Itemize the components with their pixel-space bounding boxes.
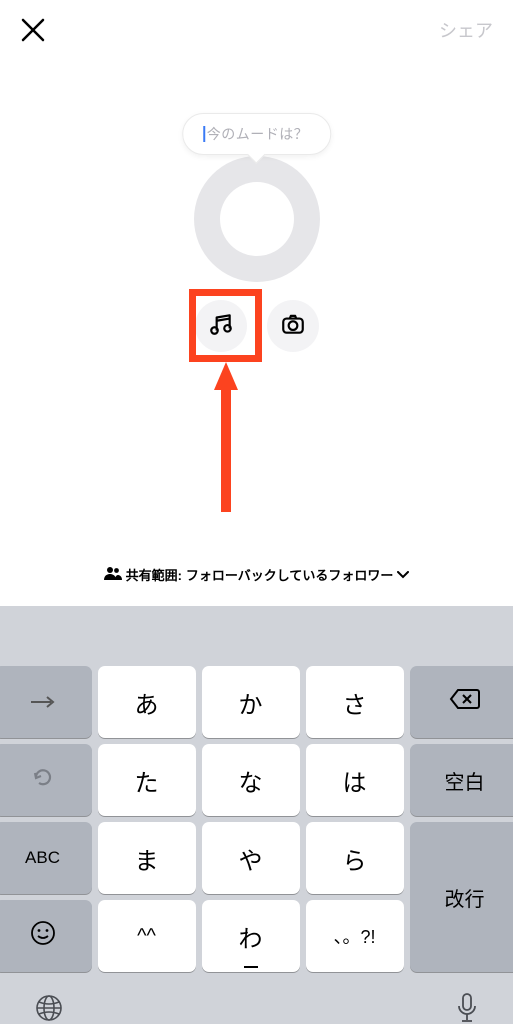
key-ma[interactable]: ま <box>98 822 196 894</box>
key-sa[interactable]: さ <box>306 666 404 738</box>
emoji-icon <box>30 920 56 953</box>
audience-label: 共有範囲: <box>126 565 182 584</box>
audience-value: フォローバックしているフォロワー <box>186 565 393 584</box>
key-space[interactable]: 空白 <box>410 744 513 816</box>
music-button[interactable] <box>195 300 247 352</box>
undo-icon <box>30 764 56 797</box>
key-wa-label: わ <box>239 919 263 954</box>
underscore-mark <box>244 966 258 968</box>
key-emoji[interactable] <box>0 900 92 972</box>
close-icon[interactable] <box>20 17 46 43</box>
mood-input[interactable]: 今のムードは？ <box>182 113 332 155</box>
share-button[interactable]: シェア <box>439 17 493 43</box>
mic-icon <box>455 992 479 1024</box>
avatar-inner <box>220 182 294 256</box>
globe-button[interactable] <box>34 993 64 1023</box>
key-abc[interactable]: ABC <box>0 822 92 894</box>
people-icon <box>104 566 122 583</box>
annotation-arrow <box>214 362 238 512</box>
delete-icon <box>449 688 481 717</box>
mic-button[interactable] <box>455 992 479 1024</box>
music-icon <box>208 311 234 342</box>
globe-icon <box>34 993 64 1023</box>
text-caret <box>203 126 205 142</box>
key-kaomoji[interactable]: ^^ <box>98 900 196 972</box>
audience-selector[interactable]: 共有範囲: フォローバックしているフォロワー <box>0 565 513 584</box>
key-ta[interactable]: た <box>98 744 196 816</box>
key-wa[interactable]: わ <box>202 900 300 972</box>
mood-placeholder: 今のムードは？ <box>207 126 309 142</box>
key-na[interactable]: な <box>202 744 300 816</box>
key-next-candidate[interactable] <box>0 666 92 738</box>
key-a[interactable]: あ <box>98 666 196 738</box>
key-ra[interactable]: ら <box>306 822 404 894</box>
key-ha[interactable]: は <box>306 744 404 816</box>
key-punct[interactable]: 、。?! <box>306 900 404 972</box>
key-return[interactable]: 改行 <box>410 822 513 972</box>
key-ya[interactable]: や <box>202 822 300 894</box>
keyboard: あ か さ た な は 空白 ABC <box>0 606 513 1024</box>
camera-button[interactable] <box>267 300 319 352</box>
key-delete[interactable] <box>410 666 513 738</box>
avatar <box>194 156 320 282</box>
camera-icon <box>280 311 306 342</box>
key-ka[interactable]: か <box>202 666 300 738</box>
key-undo[interactable] <box>0 744 92 816</box>
chevron-down-icon <box>397 567 409 582</box>
